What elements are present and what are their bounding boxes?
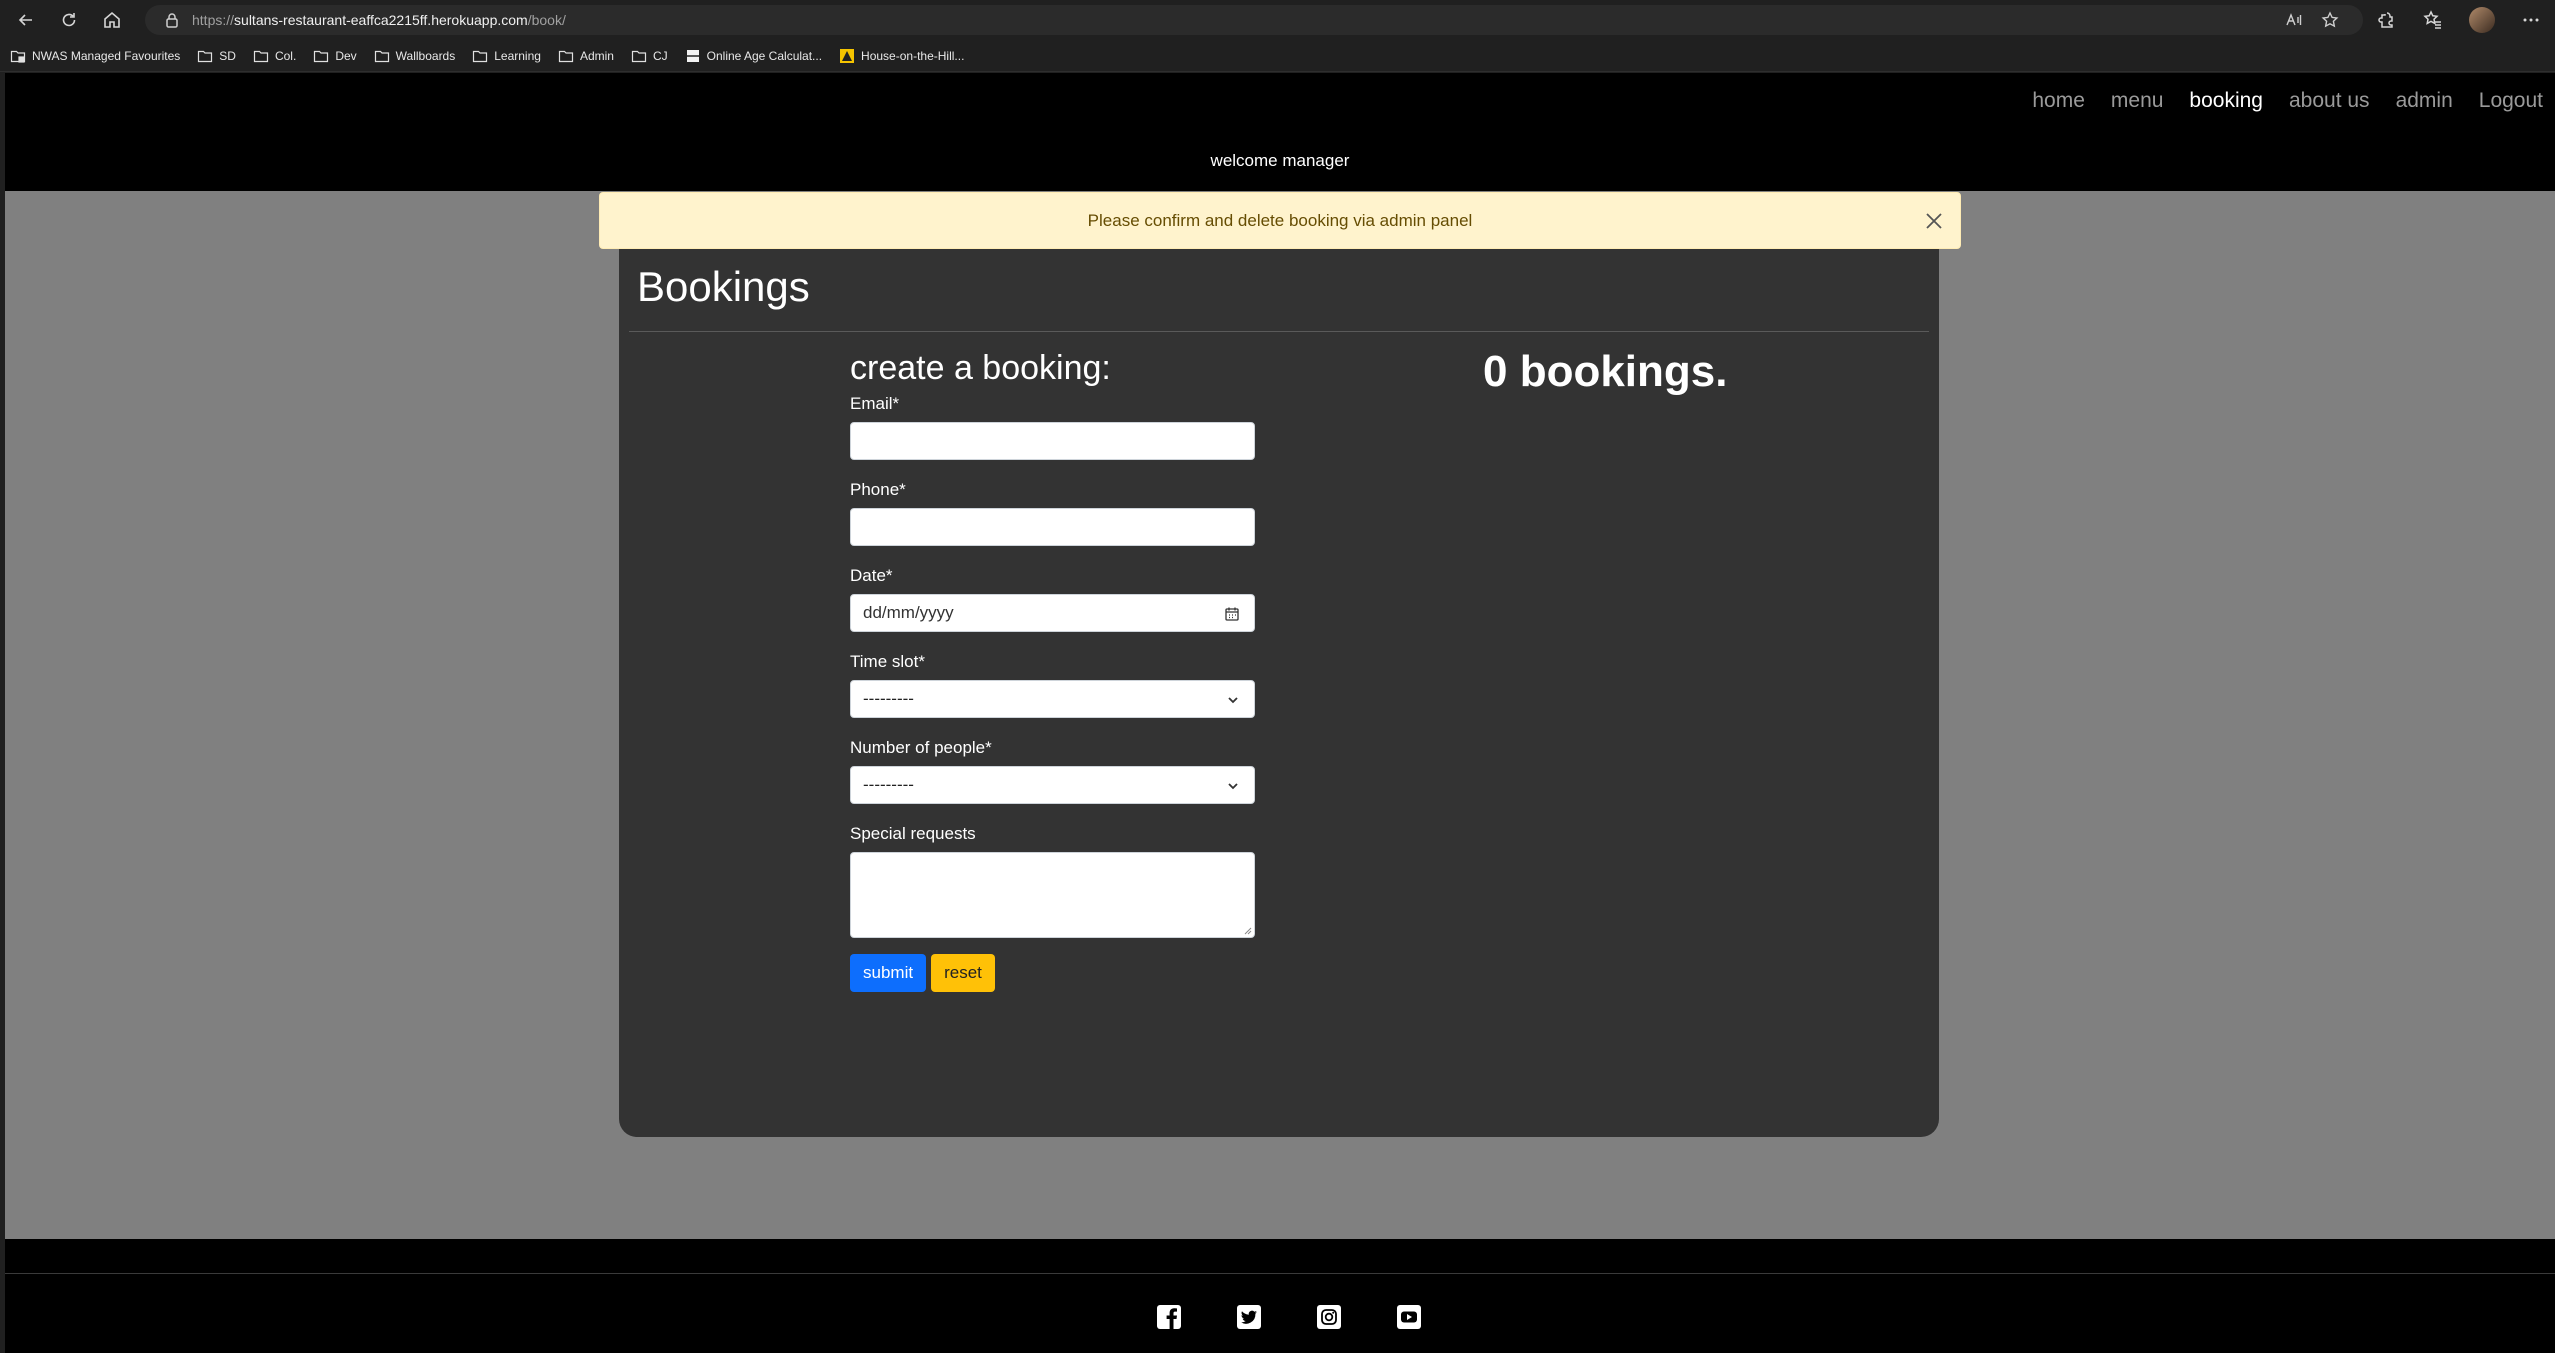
lock-icon[interactable] [163,11,181,29]
bookmark-item[interactable]: NWAS Managed Favourites [10,48,180,64]
warning-icon [840,48,855,63]
people-label: Number of people* [850,738,992,757]
url-text: https://sultans-restaurant-eaffca2215ff.… [192,12,566,28]
youtube-icon[interactable] [1395,1303,1423,1331]
nav-booking[interactable]: booking [2189,89,2263,113]
url-host: sultans-restaurant-eaffca2215ff.herokuap… [234,12,528,28]
nav-about-us[interactable]: about us [2289,89,2370,113]
bookmark-label: Col. [274,48,297,63]
instagram-icon[interactable] [1315,1303,1343,1331]
folder-icon [558,50,574,62]
phone-field[interactable] [850,508,1255,546]
site-header: home menu booking about us admin Logout … [5,73,2555,191]
time-slot-label: Time slot* [850,652,925,671]
bookmark-item[interactable]: CJ [631,48,668,64]
date-placeholder: dd/mm/yyyy [863,603,954,622]
bookmark-item[interactable]: Wallboards [374,48,456,64]
form-heading: create a booking: [850,349,1111,387]
close-icon[interactable] [1922,209,1946,233]
bookmark-item[interactable]: Admin [558,48,614,64]
page-title: Bookings [637,263,810,310]
bookmark-label: Online Age Calculat... [706,48,823,63]
page-content: home menu booking about us admin Logout … [5,73,2555,1353]
bookmarks-bar: NWAS Managed Favourites SD Col. Dev Wall… [0,40,2555,72]
page-icon [686,49,699,62]
bookmark-label: CJ [652,48,668,63]
bookmark-item[interactable]: Online Age Calculat... [685,48,822,64]
bookings-count: 0 bookings. [1483,347,1728,396]
folder-special-icon [10,50,26,63]
folder-icon [198,50,213,62]
date-label: Date* [850,566,893,585]
read-aloud-icon[interactable] [2285,11,2303,29]
bookmark-label: Learning [494,48,541,63]
phone-label: Phone* [850,480,906,499]
favorites-icon[interactable] [2423,10,2443,30]
bookmark-label: Dev [335,48,357,63]
folder-icon [473,50,488,62]
bookmark-label: NWAS Managed Favourites [32,48,181,63]
chevron-down-icon [1228,697,1238,704]
special-requests-textarea[interactable] [850,852,1255,938]
special-requests-label: Special requests [850,824,976,843]
folder-icon [631,50,647,62]
bookmark-item[interactable]: Dev [313,48,357,64]
main-nav: home menu booking about us admin Logout [2032,89,2543,113]
form-buttons: submit reset [850,954,1260,992]
welcome-message: welcome manager [1210,151,1350,170]
bookmark-label: House-on-the-Hill... [861,48,965,63]
bookmark-item[interactable]: SD [197,48,236,64]
people-select[interactable]: --------- [850,766,1255,804]
bookmark-item[interactable]: House-on-the-Hill... [839,48,964,64]
bookings-card: Bookings create a booking: Email* Phone*… [619,249,1939,1137]
more-options-icon[interactable] [2521,10,2541,30]
folder-icon [253,50,269,62]
bookmark-label: Wallboards [395,48,456,63]
extensions-icon[interactable] [2377,10,2397,30]
social-links [1155,1303,1423,1331]
booking-form: create a booking: Email* Phone* Date* dd… [850,349,1260,992]
footer-divider [5,1273,2555,1274]
email-field[interactable] [850,422,1255,460]
time-slot-value: --------- [863,689,914,708]
folder-icon [374,50,389,62]
home-icon[interactable] [95,3,129,37]
bookmark-label: Admin [579,48,614,63]
divider [629,331,1929,332]
url-scheme: https:// [192,12,235,28]
calendar-icon[interactable] [1224,606,1240,622]
nav-home[interactable]: home [2032,89,2085,113]
back-icon[interactable] [9,3,43,37]
bookmark-label: SD [219,48,236,63]
date-field[interactable]: dd/mm/yyyy [850,594,1255,632]
browser-toolbar: https://sultans-restaurant-eaffca2215ff.… [0,0,2555,40]
bookmark-item[interactable]: Col. [253,48,296,64]
submit-button[interactable]: submit [850,954,927,992]
folder-icon [314,50,329,62]
address-bar[interactable]: https://sultans-restaurant-eaffca2215ff.… [145,5,2363,35]
email-label: Email* [850,394,900,413]
url-path: /book/ [527,12,566,28]
alert-message: Please confirm and delete booking via ad… [1087,210,1473,230]
facebook-icon[interactable] [1155,1303,1183,1331]
bookmark-item[interactable]: Learning [472,48,541,64]
warning-alert: Please confirm and delete booking via ad… [599,192,1961,249]
nav-menu[interactable]: menu [2111,89,2164,113]
refresh-icon[interactable] [52,3,86,37]
nav-logout[interactable]: Logout [2479,89,2543,113]
profile-avatar[interactable] [2469,7,2495,33]
reset-button[interactable]: reset [931,954,995,992]
twitter-icon[interactable] [1235,1303,1263,1331]
people-value: --------- [863,775,914,794]
time-slot-select[interactable]: --------- [850,680,1255,718]
nav-admin[interactable]: admin [2396,89,2453,113]
chevron-down-icon [1228,783,1238,790]
site-footer [5,1239,2555,1353]
resize-handle-icon[interactable] [1244,927,1252,935]
favorite-star-icon[interactable] [2321,11,2339,29]
